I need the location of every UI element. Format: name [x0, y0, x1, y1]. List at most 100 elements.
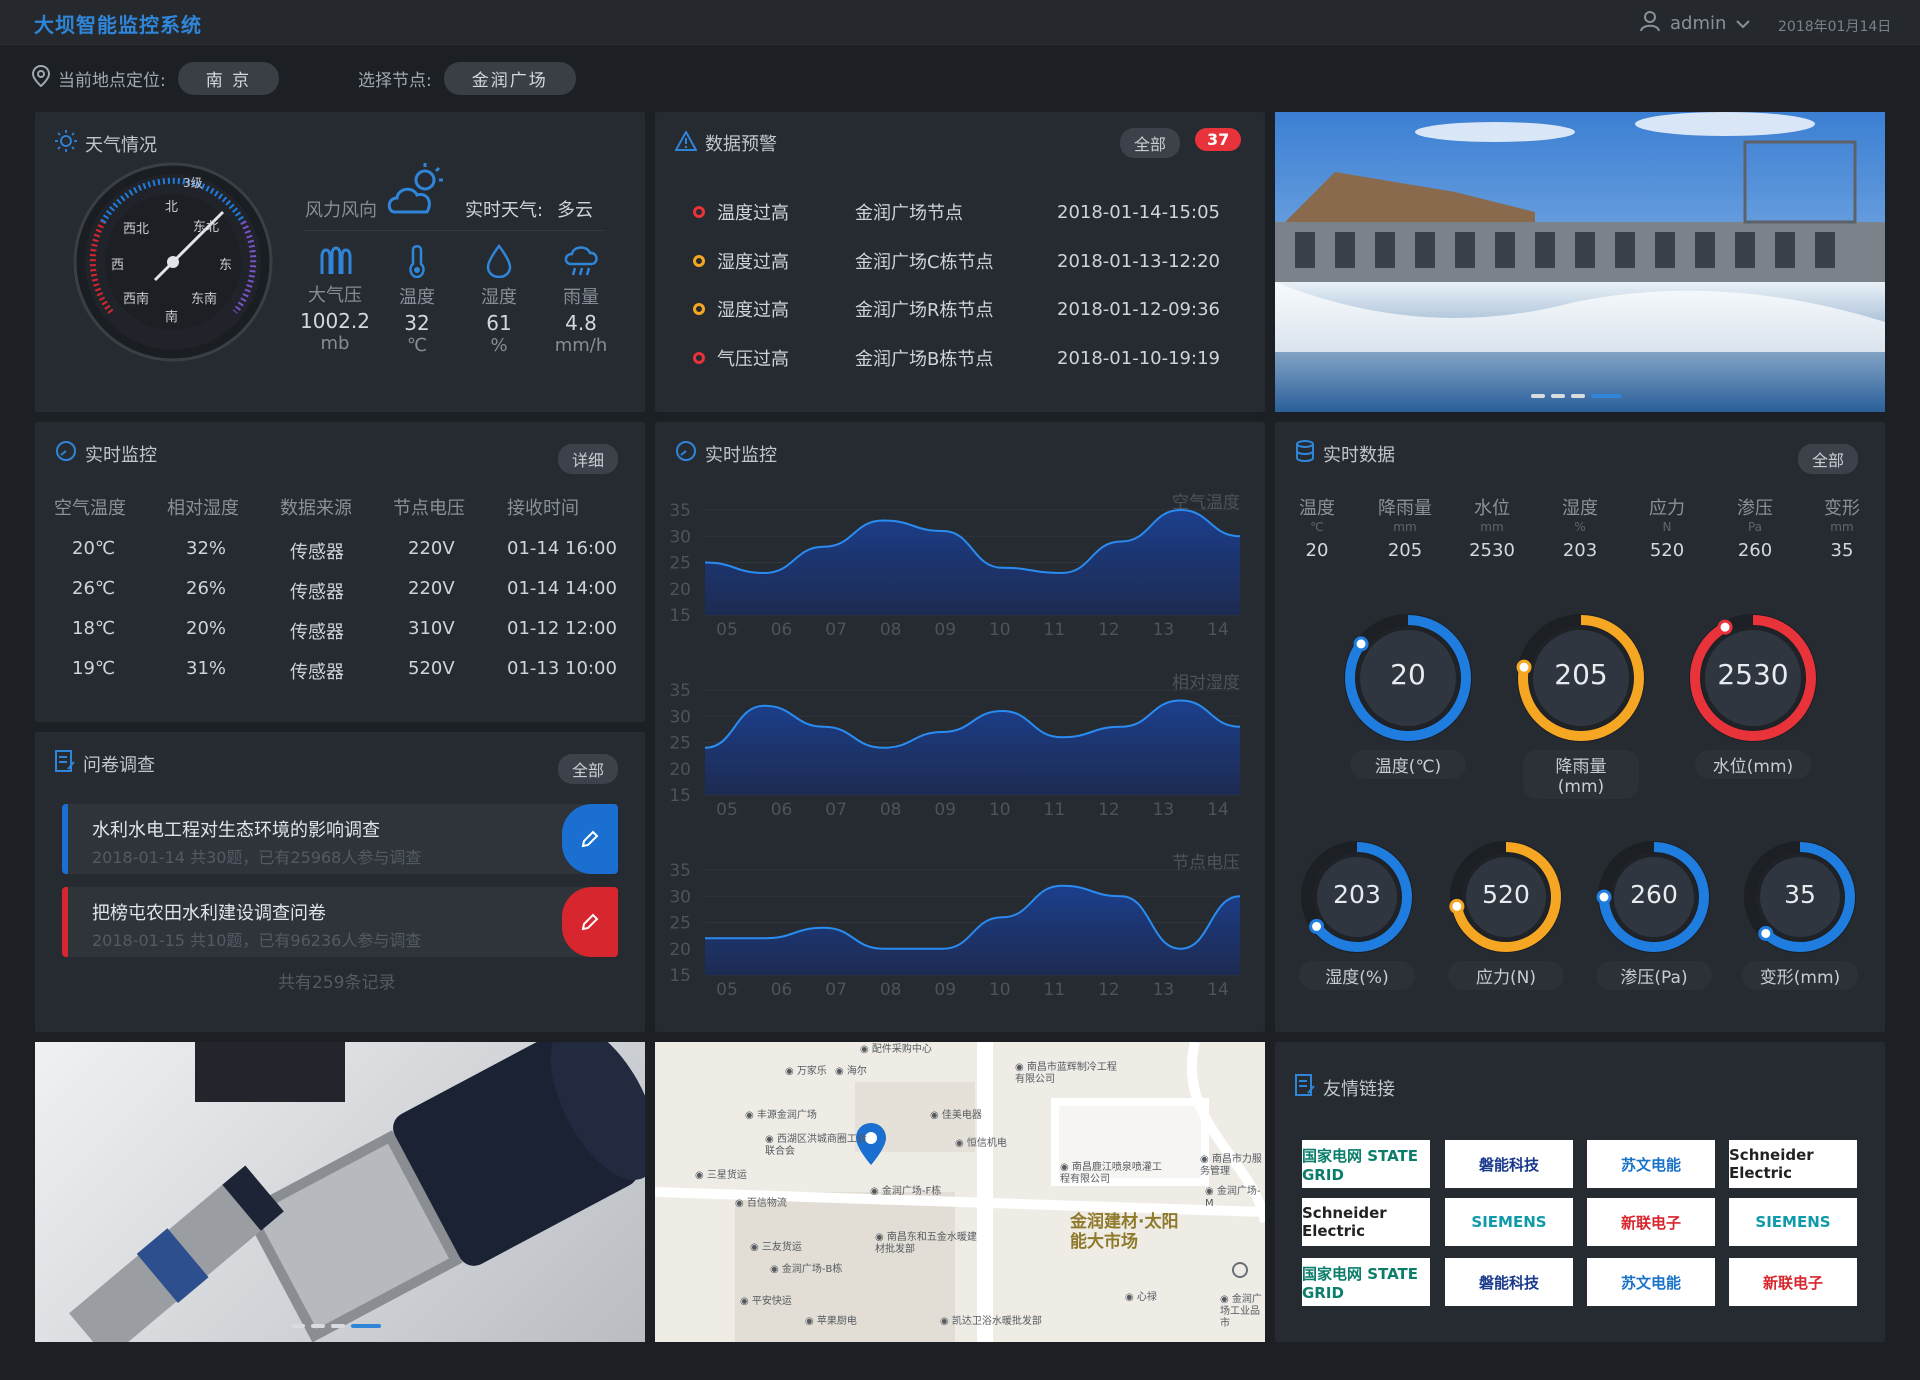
node-select[interactable]: 金润广场 [444, 62, 576, 95]
carousel-dots[interactable] [291, 1324, 381, 1328]
map-poi-label[interactable]: ◉ 西湖区洪城商圈工会联合会 [765, 1134, 875, 1158]
map-poi-label[interactable]: ◉ 百信物流 [735, 1198, 787, 1210]
table-cell: 520V [408, 658, 455, 679]
map-poi-label[interactable]: ◉ 苹果厨电 [805, 1316, 857, 1328]
alert-row[interactable]: 湿度过高 金润广场C栋节点 2018-01-13-12:20 [693, 246, 1253, 276]
partner-link-logo[interactable]: 磐能科技 [1445, 1140, 1573, 1188]
survey-item[interactable]: 把榜屯农田水利建设调查问卷 2018-01-15 共10题，已有96236人参与… [62, 887, 618, 957]
weather-title: 天气情况 [55, 130, 157, 157]
survey-item[interactable]: 水利水电工程对生态环境的影响调查 2018-01-14 共30题，已有25968… [62, 804, 618, 874]
carousel-dots[interactable] [1531, 394, 1621, 398]
map-poi-label[interactable]: ◉ 南昌市力服务管理 [1200, 1154, 1265, 1178]
alert-all-button[interactable]: 全部 [1120, 128, 1180, 158]
alert-row[interactable]: 湿度过高 金润广场R栋节点 2018-01-12-09:36 [693, 294, 1253, 324]
ring-gauge: 520 [1444, 835, 1568, 959]
ring-gauge: 205 [1511, 608, 1651, 748]
x-tick-label: 11 [1044, 800, 1066, 820]
map-poi-label[interactable]: ◉ 金润广场工业品市 [1220, 1294, 1265, 1330]
map-poi-label[interactable]: ◉ 丰源金润广场 [745, 1110, 817, 1122]
partner-link-logo[interactable]: SIEMENS [1729, 1198, 1857, 1246]
pencil-icon [580, 829, 600, 849]
table-cell: 传感器 [290, 578, 344, 604]
survey-icon [55, 750, 75, 777]
monitor-detail-button[interactable]: 详细 [558, 444, 618, 474]
alert-title: 数据预警 [675, 130, 777, 156]
y-tick-label: 30 [669, 527, 691, 547]
column-unit: N [1632, 520, 1702, 534]
table-cell: 32% [186, 538, 226, 559]
map-poi-label[interactable]: ◉ 金润广场-M [1205, 1186, 1265, 1210]
partner-link-logo[interactable]: 新联电子 [1587, 1198, 1715, 1246]
y-tick-label: 30 [669, 707, 691, 727]
partner-link-logo[interactable]: 苏文电能 [1587, 1258, 1715, 1306]
sensor-photo-carousel[interactable] [35, 1042, 645, 1342]
location-map[interactable]: 金润建材·太阳能大市场 ◉ 配件采购中心◉ 万家乐◉ 海尔◉ 南昌市蓝辉制冷工程… [655, 1042, 1265, 1342]
app-title: 大坝智能监控系统 [34, 9, 202, 38]
x-tick-label: 09 [934, 800, 956, 820]
column-unit: mm [1370, 520, 1440, 534]
partner-link-logo[interactable]: 国家电网 STATE GRID [1302, 1258, 1430, 1306]
table-cell: 传感器 [290, 618, 344, 644]
map-poi-label[interactable]: ◉ 心禄 [1125, 1292, 1157, 1304]
partner-link-logo[interactable]: 国家电网 STATE GRID [1302, 1140, 1430, 1188]
location-select[interactable]: 南 京 [178, 62, 279, 95]
alert-row[interactable]: 气压过高 金润广场B栋节点 2018-01-10-19:19 [693, 343, 1253, 373]
gauge-label: 降雨量(mm) [1523, 750, 1639, 799]
partner-link-logo[interactable]: 磐能科技 [1445, 1258, 1573, 1306]
survey-item-bar [62, 887, 68, 957]
map-poi-label[interactable]: ◉ 海尔 [835, 1066, 867, 1078]
table-cell: 20% [186, 618, 226, 639]
map-poi-label[interactable]: ◉ 三星货运 [695, 1170, 747, 1182]
y-tick-label: 35 [669, 501, 691, 521]
map-poi-label[interactable]: ◉ 三友货运 [750, 1242, 802, 1254]
survey-all-button[interactable]: 全部 [558, 754, 618, 784]
column-name: 湿度 [1545, 494, 1615, 520]
table-cell: 19℃ [72, 658, 115, 679]
gauge-value: 205 [1511, 658, 1651, 691]
dam-photo-carousel[interactable] [1275, 112, 1885, 412]
column-unit: ℃ [1282, 520, 1352, 534]
column-unit: mm [1807, 520, 1877, 534]
map-poi-label[interactable]: ◉ 佳美电器 [930, 1110, 982, 1122]
map-poi-label[interactable]: ◉ 凯达卫浴水暖批发部 [940, 1316, 1042, 1328]
edit-survey-button[interactable] [562, 887, 618, 957]
gauge-icon [675, 440, 697, 467]
x-tick-label: 08 [880, 980, 902, 1000]
chevron-down-icon [1736, 13, 1750, 34]
col-header: 数据来源 [280, 494, 352, 520]
realtime-weather-value: 多云 [557, 196, 593, 222]
map-poi-label[interactable]: ◉ 金润广场-B栋 [770, 1264, 842, 1276]
alert-dot [693, 206, 705, 218]
map-poi-label[interactable]: ◉ 平安快运 [740, 1296, 792, 1308]
map-poi-label[interactable]: ◉ 南昌市蓝辉制冷工程有限公司 [1015, 1062, 1125, 1086]
map-poi-label[interactable]: ◉ 南昌东和五金水暖建材批发部 [875, 1232, 985, 1256]
series-area [705, 886, 1240, 975]
gauge-label: 湿度(%) [1299, 961, 1415, 990]
partner-link-logo[interactable]: Schneider Electric [1302, 1198, 1430, 1246]
partner-link-logo[interactable]: 新联电子 [1729, 1258, 1857, 1306]
username: admin [1670, 13, 1726, 34]
x-tick-label: 06 [771, 980, 793, 1000]
edit-survey-button[interactable] [562, 804, 618, 874]
ring-gauge: 260 [1592, 835, 1716, 959]
user-menu[interactable]: admin [1640, 10, 1750, 37]
gauge-value: 260 [1592, 880, 1716, 909]
realtime-data-all-button[interactable]: 全部 [1798, 444, 1858, 474]
alert-row[interactable]: 温度过高 金润广场节点 2018-01-14-15:05 [693, 197, 1253, 227]
partner-link-logo[interactable]: 苏文电能 [1587, 1140, 1715, 1188]
alert-dot [693, 303, 705, 315]
ring-gauge: 20 [1338, 608, 1478, 748]
map-poi-label[interactable]: ◉ 金润广场-F栋 [870, 1186, 941, 1198]
x-tick-label: 13 [1153, 980, 1175, 1000]
map-poi-label[interactable]: ◉ 万家乐 [785, 1066, 827, 1078]
map-poi-label[interactable]: ◉ 南昌鹿江喷泉喷灌工程有限公司 [1060, 1162, 1170, 1186]
realtime-data-title: 实时数据 [1295, 440, 1395, 467]
map-poi-label[interactable]: ◉ 恒信机电 [955, 1138, 1007, 1150]
partner-link-logo[interactable]: Schneider Electric [1729, 1140, 1857, 1188]
realtime-data-column: 降雨量mm205 [1370, 494, 1440, 561]
map-poi-label[interactable]: ◉ 配件采购中心 [860, 1044, 932, 1056]
partner-link-logo[interactable]: SIEMENS [1445, 1198, 1573, 1246]
pressure-icon [318, 244, 352, 276]
realtime-data-column: 变形mm35 [1807, 494, 1877, 561]
realtime-weather-label: 实时天气: [465, 196, 543, 222]
